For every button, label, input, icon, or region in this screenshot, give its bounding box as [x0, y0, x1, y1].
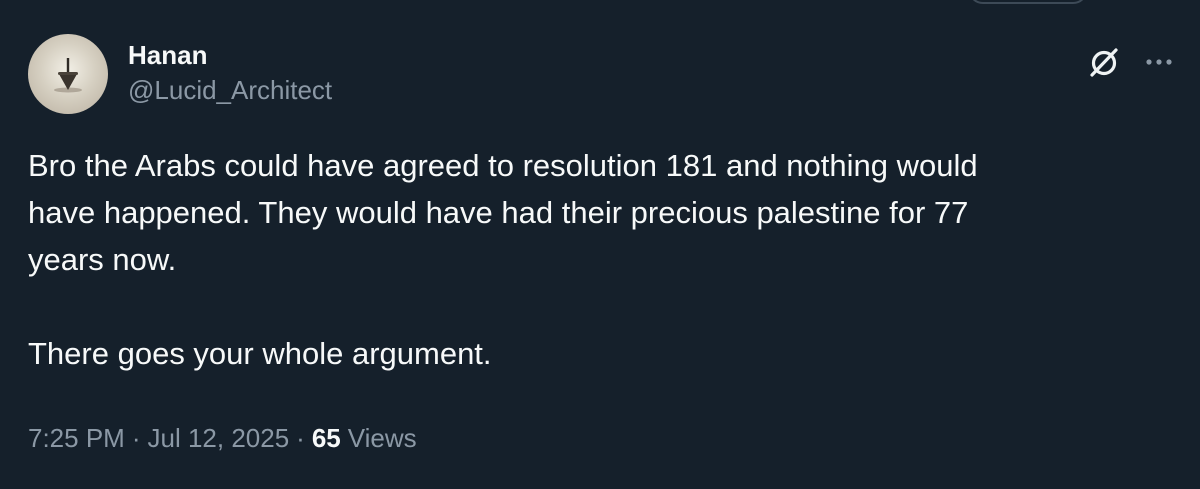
tweet-meta: 7:25 PM · Jul 12, 2025 · 65 Views	[28, 420, 417, 456]
display-name[interactable]: Hanan	[128, 38, 332, 72]
more-horizontal-icon	[1146, 59, 1172, 65]
views-label: Views	[347, 423, 417, 453]
tweet-time[interactable]: 7:25 PM	[28, 420, 125, 456]
spinning-top-icon	[54, 58, 82, 93]
meta-separator: ·	[131, 423, 141, 453]
tweet-header: Hanan @Lucid_Architect	[28, 34, 1172, 118]
avatar[interactable]	[28, 34, 108, 114]
tweet-text: Bro the Arabs could have agreed to resol…	[28, 148, 978, 371]
views-count: 65	[311, 423, 341, 453]
grok-slash-circle-icon	[1090, 48, 1118, 77]
meta-separator: ·	[296, 423, 305, 453]
author-names: Hanan @Lucid_Architect	[128, 38, 332, 108]
more-options-button[interactable]	[1146, 42, 1172, 82]
grok-button[interactable]	[1084, 42, 1124, 82]
header-actions	[1084, 42, 1172, 82]
top-pill-button[interactable]	[968, 0, 1088, 4]
tweet-date[interactable]: Jul 12, 2025	[148, 420, 290, 456]
user-handle[interactable]: @Lucid_Architect	[128, 72, 332, 108]
